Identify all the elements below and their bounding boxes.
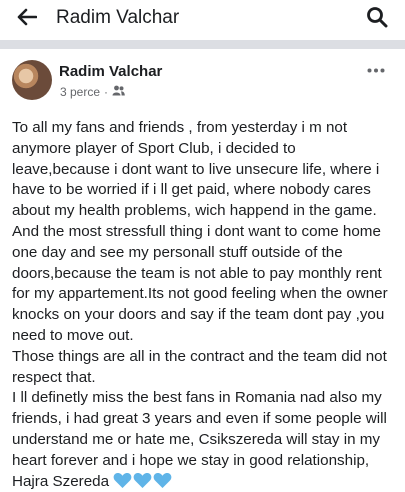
post-text: To all my fans and friends , from yester… (12, 118, 396, 492)
search-icon (366, 6, 388, 33)
post-meta: 3 perce · (60, 85, 125, 99)
post-paragraph-text: I ll definetly miss the best fans in Rom… (12, 389, 387, 490)
avatar[interactable] (12, 60, 52, 100)
blue-heart-icon (133, 472, 152, 489)
friends-icon (112, 85, 125, 99)
post-time[interactable]: 3 perce (60, 85, 100, 99)
search-button[interactable] (363, 5, 391, 33)
blue-heart-icon (153, 472, 172, 489)
emoji-group (113, 472, 172, 489)
page-title: Radim Valchar (56, 7, 180, 28)
post-paragraph: Those things are all in the contract and… (12, 347, 387, 386)
meta-separator: · (104, 85, 109, 99)
post-header: Radim Valchar 3 perce · (0, 49, 405, 109)
more-options-button[interactable] (365, 61, 387, 77)
back-button[interactable] (12, 6, 42, 32)
post-paragraph: To all my fans and friends , from yester… (12, 119, 388, 344)
arrow-left-icon (17, 8, 38, 31)
more-horizontal-icon (367, 60, 385, 78)
author-name[interactable]: Radim Valchar (59, 63, 162, 80)
blue-heart-icon (113, 472, 132, 489)
post-paragraph: I ll definetly miss the best fans in Rom… (12, 388, 396, 492)
top-bar: Radim Valchar (0, 0, 405, 40)
section-divider (0, 40, 405, 49)
